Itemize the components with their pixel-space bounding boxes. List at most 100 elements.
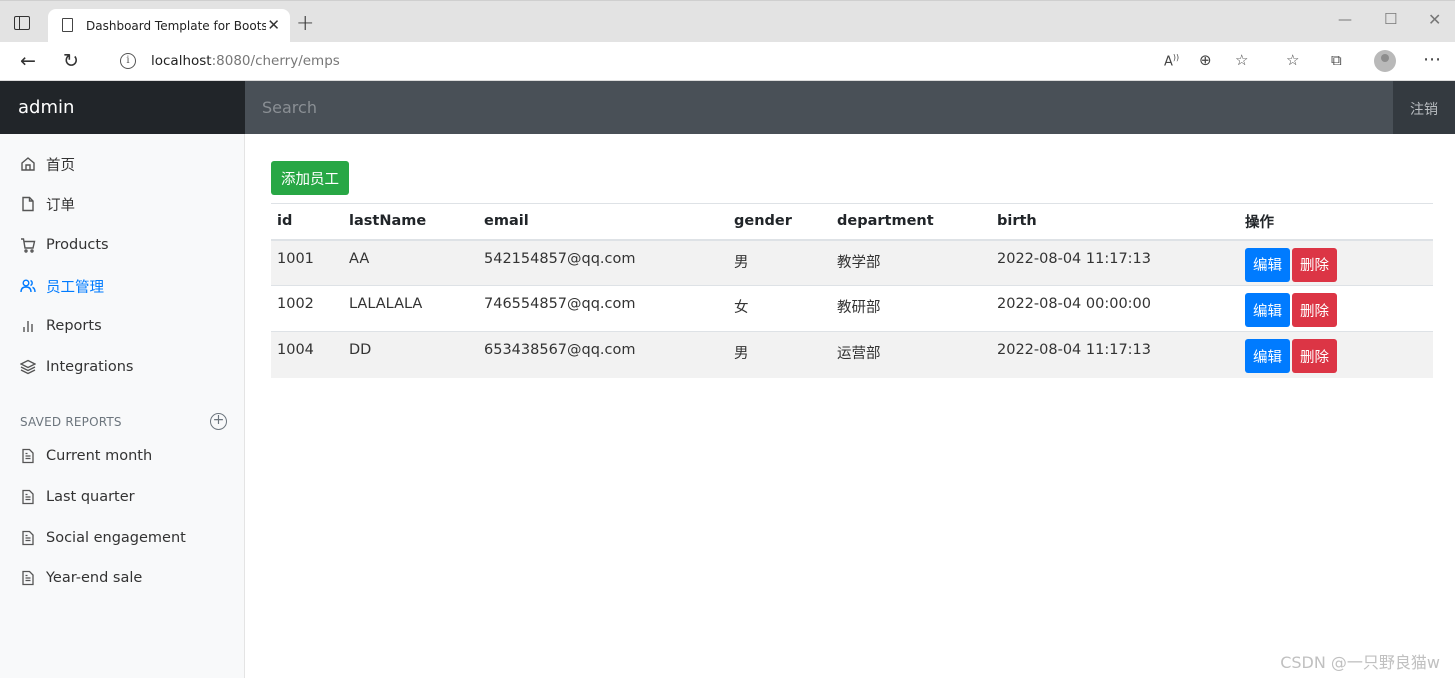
search-input[interactable] — [245, 81, 1393, 134]
document-icon — [20, 489, 36, 505]
cell-actions: 编辑 删除 — [1239, 285, 1433, 332]
sidebar-item-label: Reports — [46, 318, 102, 334]
cell-department: 教研部 — [831, 285, 991, 332]
cell-id: 1001 — [271, 239, 343, 286]
cell-email: 653438567@qq.com — [478, 331, 728, 378]
cell-lastname: LALALALA — [343, 285, 478, 332]
saved-report-item[interactable]: Social engagement — [0, 520, 244, 556]
saved-reports-heading: SAVED REPORTS — [20, 415, 122, 429]
sidebar-item-label: Integrations — [46, 359, 134, 375]
cell-lastname: DD — [343, 331, 478, 378]
column-header: lastName — [343, 203, 478, 241]
cell-lastname: AA — [343, 239, 478, 286]
column-header: department — [831, 203, 991, 241]
url-field[interactable]: i localhost:8080/cherry/emps — [102, 46, 1266, 77]
cell-birth: 2022-08-04 11:17:13 — [991, 331, 1239, 378]
read-aloud-icon[interactable]: A)) — [1164, 53, 1179, 69]
watermark: CSDN @一只野良猫w — [1280, 653, 1440, 672]
address-bar: ← ↻ i localhost:8080/cherry/emps A)) ⊕ ☆… — [0, 42, 1455, 81]
sidebar-item-label: 订单 — [46, 197, 75, 214]
edit-button[interactable]: 编辑 — [1245, 247, 1290, 282]
sidebar-item-employees[interactable]: 员工管理 — [0, 268, 244, 304]
saved-report-label: Current month — [46, 448, 153, 464]
column-header: email — [478, 203, 728, 241]
column-header: id — [271, 203, 343, 241]
browser-tab[interactable]: Dashboard Template for Bootstrap ✕ — [48, 9, 290, 43]
cell-actions: 编辑 删除 — [1239, 239, 1433, 286]
file-icon — [20, 196, 36, 212]
more-icon[interactable]: ⋯ — [1423, 49, 1441, 70]
add-employee-button[interactable]: 添加员工 — [271, 161, 349, 195]
cart-icon — [20, 237, 36, 253]
delete-button[interactable]: 删除 — [1292, 247, 1337, 282]
document-icon — [20, 530, 36, 546]
column-header: birth — [991, 203, 1239, 241]
info-icon[interactable]: i — [120, 53, 136, 69]
cell-email: 746554857@qq.com — [478, 285, 728, 332]
cell-email: 542154857@qq.com — [478, 239, 728, 286]
collections-icon[interactable]: ⧉ — [1331, 51, 1342, 69]
employee-table: id lastName email gender department birt… — [271, 203, 1433, 378]
favorite-add-icon[interactable]: ☆ — [1235, 51, 1248, 69]
brand[interactable]: admin — [0, 81, 245, 134]
close-window-icon[interactable]: ✕ — [1428, 10, 1441, 29]
saved-report-label: Last quarter — [46, 489, 135, 505]
document-icon — [20, 570, 36, 586]
favorites-icon[interactable]: ☆ — [1286, 51, 1299, 69]
saved-report-label: Social engagement — [46, 530, 186, 546]
cell-id: 1004 — [271, 331, 343, 378]
maximize-icon[interactable]: ☐ — [1384, 10, 1397, 28]
column-header: 操作 — [1239, 203, 1433, 241]
app-navbar: admin 注销 — [0, 81, 1455, 134]
plus-circle-icon[interactable]: + — [210, 413, 227, 430]
cell-actions: 编辑 删除 — [1239, 331, 1433, 378]
layers-icon — [20, 359, 36, 375]
saved-report-item[interactable]: Last quarter — [0, 479, 244, 515]
sidebar-item-integrations[interactable]: Integrations — [0, 349, 244, 385]
cell-department: 教学部 — [831, 239, 991, 286]
table-row: 1001 AA 542154857@qq.com 男 教学部 2022-08-0… — [271, 239, 1433, 286]
minimize-icon[interactable]: — — [1338, 12, 1352, 28]
table-header-row: id lastName email gender department birt… — [271, 203, 1433, 241]
column-header: gender — [728, 203, 831, 241]
document-icon — [20, 448, 36, 464]
cell-department: 运营部 — [831, 331, 991, 378]
profile-avatar[interactable] — [1374, 50, 1396, 72]
edit-button[interactable]: 编辑 — [1245, 293, 1290, 327]
cell-gender: 男 — [728, 331, 831, 378]
url-text: localhost:8080/cherry/emps — [151, 53, 340, 69]
sidebar-item-label: 首页 — [46, 157, 75, 174]
back-icon[interactable]: ← — [20, 50, 36, 72]
home-icon — [20, 156, 36, 172]
tab-actions-icon[interactable] — [14, 16, 30, 30]
users-icon — [20, 278, 36, 294]
page-icon — [62, 18, 73, 32]
saved-report-item[interactable]: Current month — [0, 438, 244, 474]
browser-tabstrip: Dashboard Template for Bootstrap ✕ + — ☐… — [0, 0, 1455, 43]
sidebar-item-products[interactable]: Products — [0, 227, 244, 263]
refresh-icon[interactable]: ↻ — [63, 50, 79, 72]
new-tab-icon[interactable]: + — [296, 11, 314, 36]
delete-button[interactable]: 删除 — [1292, 339, 1337, 373]
signout-link[interactable]: 注销 — [1393, 81, 1455, 134]
zoom-icon[interactable]: ⊕ — [1199, 51, 1212, 69]
sidebar-item-reports[interactable]: Reports — [0, 308, 244, 344]
bar-chart-icon — [20, 318, 36, 334]
edit-button[interactable]: 编辑 — [1245, 339, 1290, 373]
saved-report-item[interactable]: Year-end sale — [0, 560, 244, 596]
cell-id: 1002 — [271, 285, 343, 332]
delete-button[interactable]: 删除 — [1292, 293, 1337, 327]
cell-birth: 2022-08-04 00:00:00 — [991, 285, 1239, 332]
cell-gender: 男 — [728, 239, 831, 286]
cell-birth: 2022-08-04 11:17:13 — [991, 239, 1239, 286]
sidebar-item-label: Products — [46, 237, 109, 253]
tab-title: Dashboard Template for Bootstrap — [86, 19, 266, 33]
sidebar-item-orders[interactable]: 订单 — [0, 186, 244, 222]
saved-report-label: Year-end sale — [46, 570, 143, 586]
sidebar-item-home[interactable]: 首页 — [0, 146, 244, 182]
table-row: 1002 LALALALA 746554857@qq.com 女 教研部 202… — [271, 285, 1433, 332]
cell-gender: 女 — [728, 285, 831, 332]
table-row: 1004 DD 653438567@qq.com 男 运营部 2022-08-0… — [271, 331, 1433, 378]
close-tab-icon[interactable]: ✕ — [267, 16, 280, 34]
sidebar-item-label: 员工管理 — [46, 279, 104, 296]
